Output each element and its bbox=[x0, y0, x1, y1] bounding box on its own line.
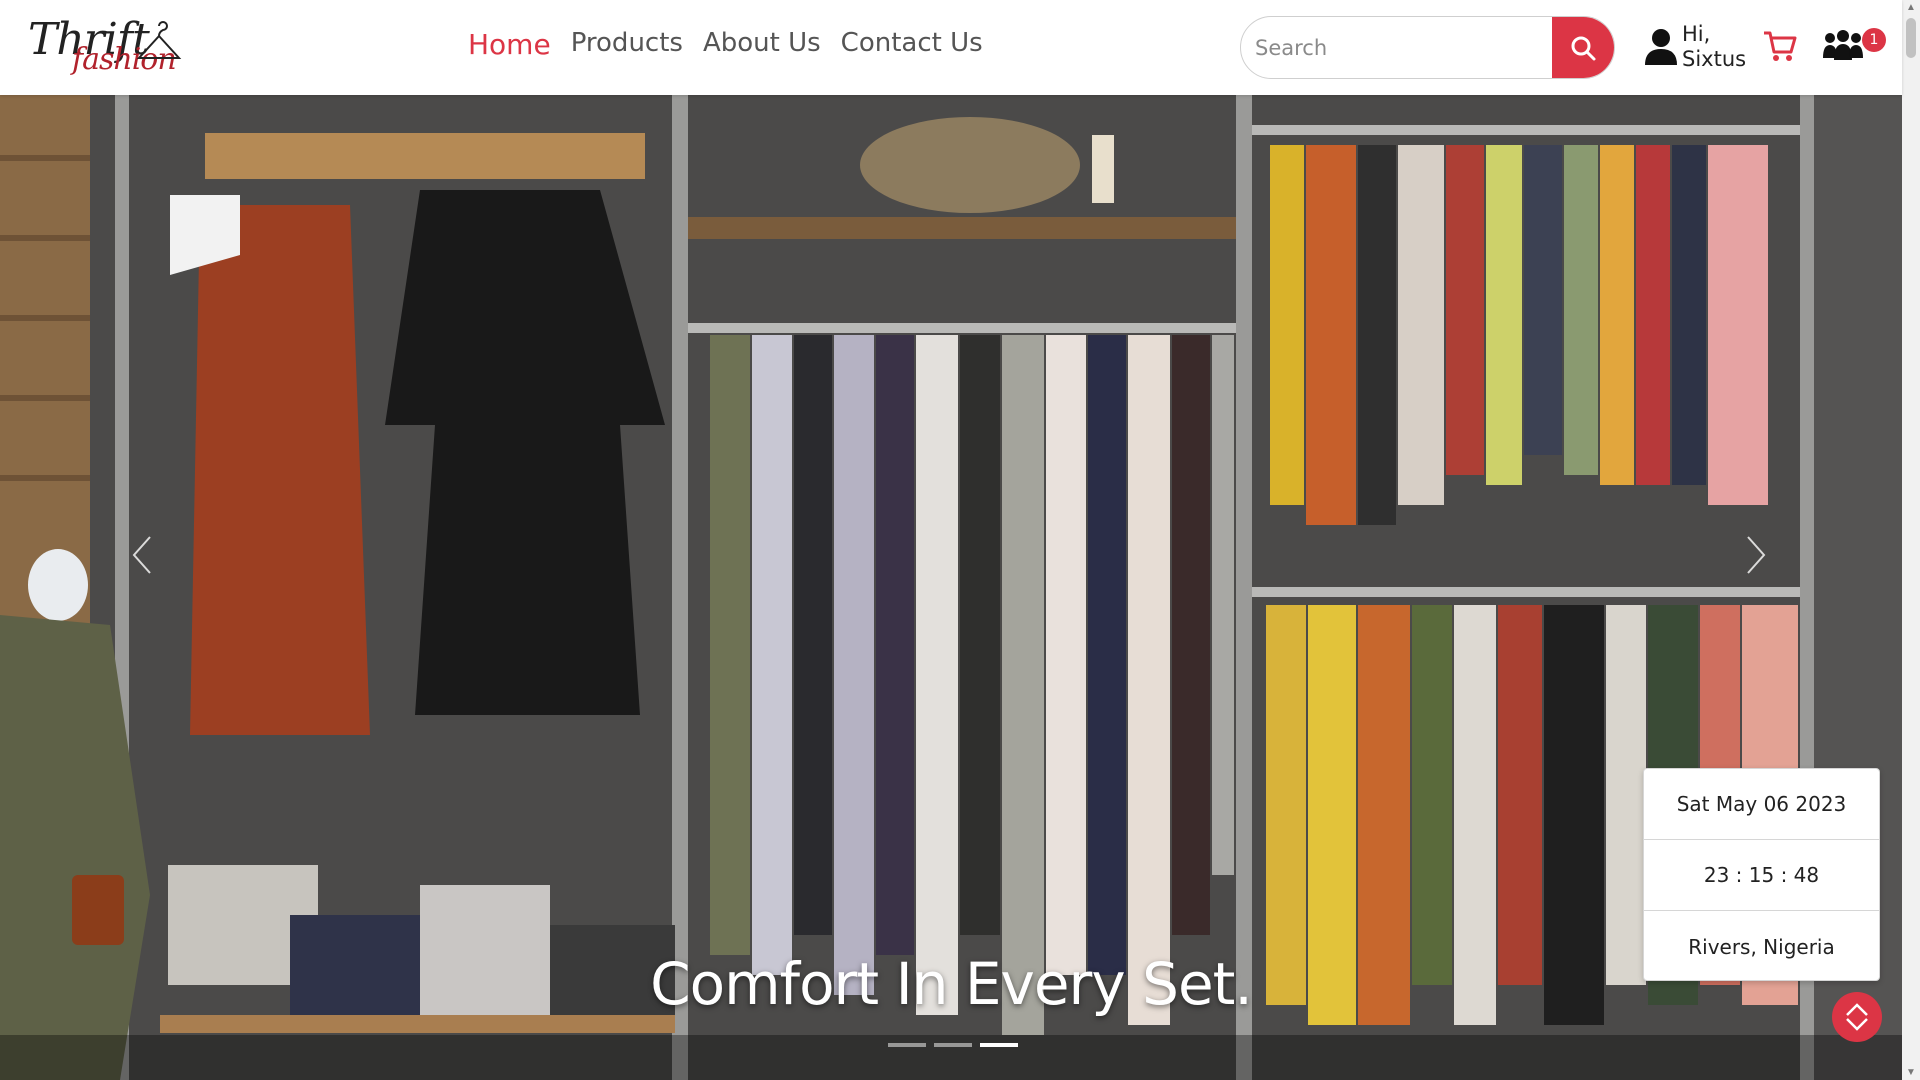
page-scrollbar[interactable]: ▲ ▼ bbox=[1902, 0, 1920, 1080]
scrollbar-thumb[interactable] bbox=[1906, 18, 1916, 58]
user-icon bbox=[1645, 29, 1677, 65]
search-bar bbox=[1240, 16, 1615, 79]
nav-contact-us[interactable]: Contact Us bbox=[841, 28, 983, 61]
scroll-down-arrow-icon[interactable]: ▼ bbox=[1906, 1067, 1916, 1078]
nav-products[interactable]: Products bbox=[571, 28, 683, 61]
carousel-prev-button[interactable] bbox=[122, 515, 162, 595]
carousel-indicator-2[interactable] bbox=[934, 1043, 972, 1047]
search-icon bbox=[1571, 36, 1596, 60]
search-button[interactable] bbox=[1552, 17, 1614, 78]
current-location: Rivers, Nigeria bbox=[1688, 934, 1835, 959]
greeting-hi: Hi, bbox=[1682, 22, 1711, 46]
hero-caption: Comfort In Every Set. bbox=[650, 950, 1253, 1018]
top-navbar: Thrift fashion Home Products About Us Co… bbox=[0, 0, 1902, 95]
chevron-left-icon bbox=[132, 536, 151, 574]
notification-badge: 1 bbox=[1862, 28, 1886, 52]
cart-icon[interactable] bbox=[1762, 28, 1798, 64]
user-name: Sixtus bbox=[1682, 47, 1747, 71]
user-greeting: Hi, Sixtus bbox=[1682, 22, 1746, 72]
current-date: Sat May 06 2023 bbox=[1644, 769, 1879, 840]
nav-about-us[interactable]: About Us bbox=[703, 28, 821, 61]
search-input[interactable] bbox=[1241, 17, 1552, 78]
scroll-up-arrow-icon[interactable]: ▲ bbox=[1906, 2, 1916, 13]
current-time: 23 : 15 : 48 bbox=[1644, 840, 1879, 911]
carousel-indicator-1[interactable] bbox=[888, 1043, 926, 1047]
up-down-arrows-icon bbox=[1846, 1003, 1868, 1031]
scroll-to-top-button[interactable] bbox=[1832, 992, 1882, 1042]
chevron-right-icon bbox=[1747, 536, 1766, 574]
main-nav: Home Products About Us Contact Us bbox=[468, 28, 1003, 61]
hero-carousel: Comfort In Every Set. bbox=[0, 95, 1902, 1080]
date-time-widget: Sat May 06 2023 23 : 15 : 48 Rivers, Nig… bbox=[1643, 768, 1880, 981]
hanger-logo-icon bbox=[136, 21, 182, 59]
brand-logo[interactable]: Thrift fashion bbox=[26, 12, 186, 82]
user-account[interactable]: Hi, Sixtus bbox=[1644, 22, 1746, 72]
carousel-indicator-3[interactable] bbox=[980, 1043, 1018, 1047]
carousel-indicators bbox=[888, 1043, 1018, 1047]
nav-home[interactable]: Home bbox=[468, 28, 551, 61]
hero-image-clothing-rack bbox=[0, 95, 1902, 1080]
carousel-next-button[interactable] bbox=[1736, 515, 1776, 595]
community-icon[interactable] bbox=[1822, 28, 1864, 64]
